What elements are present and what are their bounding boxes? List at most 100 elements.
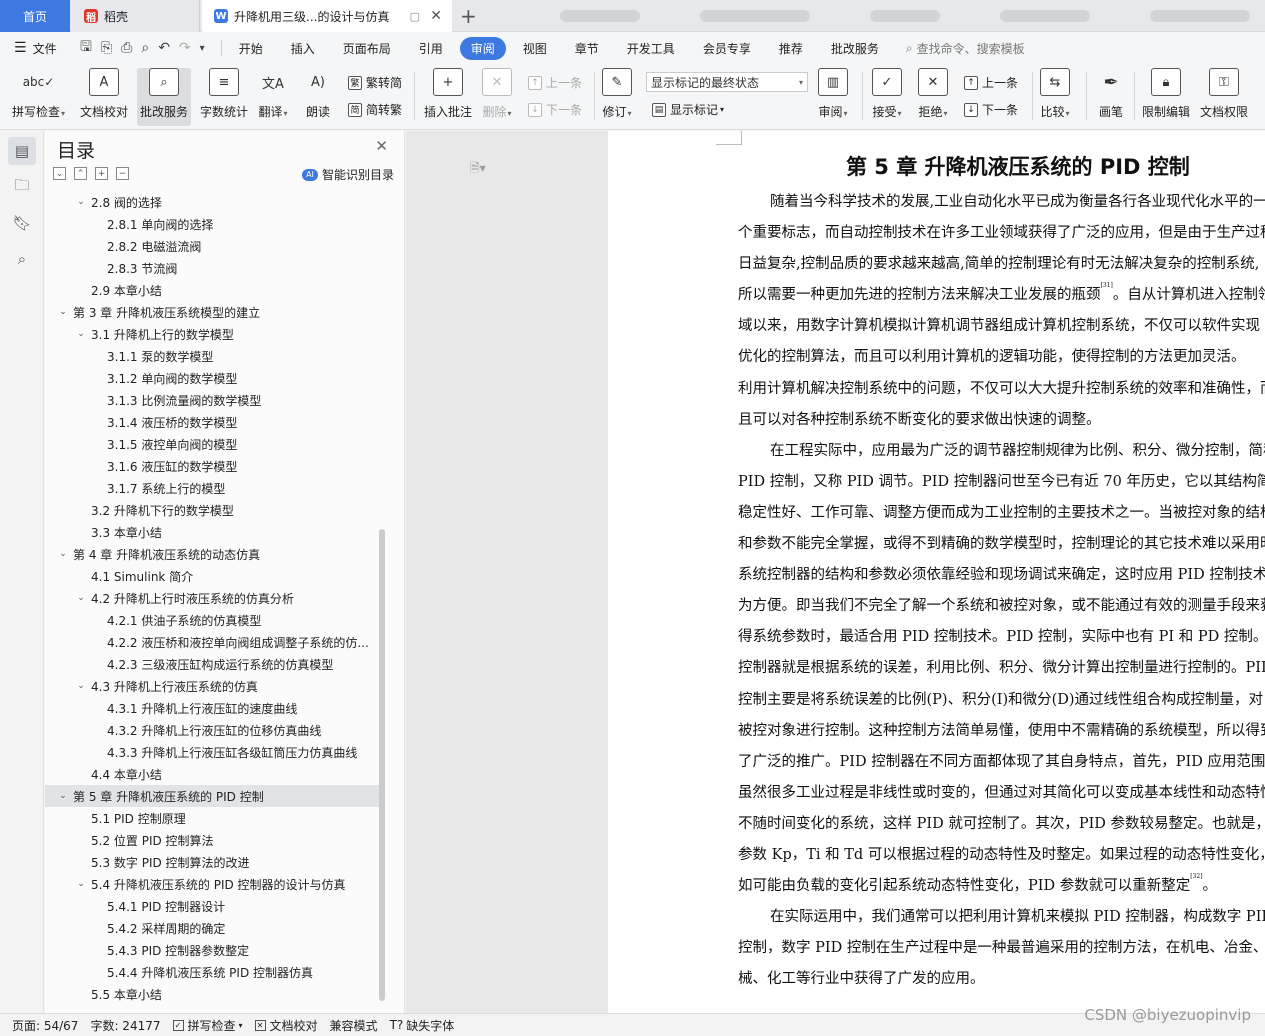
citation-ref[interactable]: [32] — [1190, 873, 1202, 880]
doc-rights-button[interactable]: ⚿ 文档权限 — [1200, 68, 1248, 120]
toc-item[interactable]: ⌄ 3.1 升降机上行的数学模型 — [45, 323, 380, 345]
toc-item[interactable]: 5.1 PID 控制原理 — [45, 807, 380, 829]
print-preview-icon[interactable]: ⌕ — [141, 40, 149, 56]
next-change-button[interactable]: ↓ 下一条 — [964, 101, 1018, 118]
toc-item[interactable]: 5.4.2 采样周期的确定 — [45, 917, 380, 939]
toc-item[interactable]: ⌄ 4.3 升降机上行液压系统的仿真 — [45, 675, 380, 697]
document-page[interactable]: 第 5 章 升降机液压系统的 PID 控制 随着当今科学技术的发展,工业自动化水… — [608, 131, 1265, 1013]
menu-recommend[interactable]: 推荐 — [768, 37, 814, 60]
toc-item[interactable]: 3.1.3 比例流量阀的数学模型 — [45, 389, 380, 411]
toc-item[interactable]: 2.8.3 节流阀 — [45, 257, 380, 279]
menu-view[interactable]: 视图 — [512, 37, 558, 60]
toc-item[interactable]: 5.4.3 PID 控制器参数整定 — [45, 939, 380, 961]
toc-item[interactable]: 4.2.1 供油子系统的仿真模型 — [45, 609, 380, 631]
toc-item[interactable]: 4.4 本章小结 — [45, 763, 380, 785]
toc-item[interactable]: 3.1.1 泵的数学模型 — [45, 345, 380, 367]
prev-change-button[interactable]: ↑ 上一条 — [964, 74, 1018, 91]
toc-item[interactable]: 4.3.2 升降机上行液压缸的位移仿真曲线 — [45, 719, 380, 741]
toc-rail-button[interactable]: ▤ — [8, 137, 36, 165]
new-tab-button[interactable]: + — [460, 4, 477, 28]
more-icon[interactable]: ▾ — [200, 43, 205, 54]
tab-document[interactable]: W 升降机用三级...的设计与仿真 ▢ ✕ — [202, 0, 452, 32]
chevron-down-icon[interactable]: ⌄ — [75, 329, 87, 339]
chevron-down-icon[interactable]: ⌄ — [57, 791, 69, 801]
toc-item[interactable]: 4.3.3 升降机上行液压缸各级缸筒压力仿真曲线 — [45, 741, 380, 763]
close-icon[interactable]: ✕ — [430, 8, 442, 24]
chevron-down-icon[interactable]: ⌄ — [75, 197, 87, 207]
toc-scrollbar[interactable] — [379, 529, 385, 1001]
toc-item[interactable]: ⌄ 4.2 升降机上行时液压系统的仿真分析 — [45, 587, 380, 609]
save-icon[interactable]: 🖫 — [80, 36, 92, 60]
read-aloud-button[interactable]: A) 朗读 — [303, 68, 333, 120]
citation-ref[interactable]: [31] — [1101, 282, 1113, 289]
chevron-down-icon[interactable]: ⌄ — [75, 879, 87, 889]
toc-item[interactable]: ⌄ 5.4 升降机液压系统的 PID 控制器的设计与仿真 — [45, 873, 380, 895]
chevron-down-icon[interactable]: ⌄ — [57, 307, 69, 317]
track-changes-button[interactable]: ✎ 修订▾ — [602, 68, 632, 120]
toc-item[interactable]: 2.8.2 电磁溢流阀 — [45, 235, 380, 257]
spell-check-status[interactable]: ✓ 拼写检查 ▾ — [172, 1017, 243, 1034]
reject-button[interactable]: ✕ 拒绝▾ — [918, 68, 948, 120]
trad-to-simp-button[interactable]: 繁繁转简 — [348, 74, 402, 91]
review-pane-button[interactable]: ▥ 审阅▾ — [818, 68, 848, 120]
delete-comment-button[interactable]: ✕ 删除▾ — [482, 68, 512, 120]
toc-item[interactable]: 3.1.5 液控单向阀的模型 — [45, 433, 380, 455]
remove-level-icon[interactable]: − — [116, 167, 129, 180]
doc-proof-status[interactable]: ✕ 文档校对 — [254, 1017, 318, 1034]
word-count-indicator[interactable]: 字数: 24177 — [90, 1017, 160, 1034]
compare-button[interactable]: ⇆ 比较▾ — [1040, 68, 1070, 120]
chevron-down-icon[interactable]: ⌄ — [75, 681, 87, 691]
toc-item[interactable]: 2.8.1 单向阀的选择 — [45, 213, 380, 235]
toc-item[interactable]: ⌄ 2.8 阀的选择 — [45, 191, 380, 213]
undo-icon[interactable]: ↶ — [158, 40, 170, 56]
smart-toc-button[interactable]: AI 智能识别目录 — [301, 166, 394, 183]
redo-icon[interactable]: ↷ — [179, 40, 191, 56]
toc-item[interactable]: 5.5 本章小结 — [45, 983, 380, 1005]
toc-item[interactable]: 4.3.1 升降机上行液压缸的速度曲线 — [45, 697, 380, 719]
toc-item[interactable]: 4.1 Simulink 简介 — [45, 565, 380, 587]
menu-developer[interactable]: 开发工具 — [616, 37, 686, 60]
toc-item[interactable]: 5.4.4 升降机液压系统 PID 控制器仿真 — [45, 961, 380, 983]
markup-mode-select[interactable]: 显示标记的最终状态 ▾ — [646, 72, 808, 92]
pin-icon[interactable]: ▢ — [410, 10, 420, 23]
menu-references[interactable]: 引用 — [408, 37, 454, 60]
toc-item[interactable]: ⌄ 第 5 章 升降机液压系统的 PID 控制 — [45, 785, 380, 807]
close-icon[interactable]: ✕ — [375, 137, 388, 155]
word-count-button[interactable]: ≡ 字数统计 — [200, 68, 248, 120]
command-search[interactable]: ⌕ 查找命令、搜索模板 — [906, 40, 1025, 57]
toc-item[interactable]: 3.1.2 单向阀的数学模型 — [45, 367, 380, 389]
menu-member[interactable]: 会员专享 — [692, 37, 762, 60]
review-service-button[interactable]: ⌕ 批改服务 — [137, 68, 192, 126]
toc-item[interactable]: 5.3 数字 PID 控制算法的改进 — [45, 851, 380, 873]
tab-home[interactable]: 首页 — [0, 0, 70, 32]
toc-item[interactable]: 5.2 位置 PID 控制算法 — [45, 829, 380, 851]
insert-comment-button[interactable]: + 插入批注 — [424, 68, 472, 120]
accept-button[interactable]: ✓ 接受▾ — [872, 68, 902, 120]
expand-all-icon[interactable]: ⌃ — [74, 167, 87, 180]
bookmark-rail-button[interactable]: 🔖︎ — [8, 209, 36, 237]
print-icon[interactable]: ⎙ — [121, 40, 132, 56]
toc-item[interactable]: 3.1.4 液压桥的数学模型 — [45, 411, 380, 433]
missing-font-status[interactable]: T? 缺失字体 — [390, 1017, 455, 1034]
menu-page-layout[interactable]: 页面布局 — [332, 37, 402, 60]
toc-item[interactable]: ⌄ 第 3 章 升降机液压系统模型的建立 — [45, 301, 380, 323]
toc-item[interactable]: 5.4.1 PID 控制器设计 — [45, 895, 380, 917]
show-markup-button[interactable]: ▤ 显示标记 ▾ — [652, 101, 724, 118]
add-level-icon[interactable]: + — [95, 167, 108, 180]
toc-item[interactable]: 3.1.7 系统上行的模型 — [45, 477, 380, 499]
toc-item[interactable]: 4.2.3 三级液压缸构成运行系统的仿真模型 — [45, 653, 380, 675]
simp-to-trad-button[interactable]: 简简转繁 — [348, 101, 402, 118]
restrict-edit-button[interactable]: 🔒︎ 限制编辑 — [1142, 68, 1190, 120]
prev-comment-button[interactable]: ↑ 上一条 — [528, 74, 582, 91]
menu-insert[interactable]: 插入 — [280, 37, 326, 60]
menu-start[interactable]: 开始 — [228, 37, 274, 60]
toc-item[interactable]: 3.1.6 液压缸的数学模型 — [45, 455, 380, 477]
toc-item[interactable]: 3.3 本章小结 — [45, 521, 380, 543]
export-icon[interactable]: ⎘ — [101, 40, 112, 56]
page-tools-icon[interactable]: 🗎▾ — [470, 159, 486, 180]
menu-review[interactable]: 审阅 — [459, 36, 506, 60]
toc-item[interactable]: 2.9 本章小结 — [45, 279, 380, 301]
file-menu[interactable]: ☰ 文件 — [0, 40, 70, 57]
page-indicator[interactable]: 页面: 54/67 — [12, 1017, 78, 1034]
menu-review-service[interactable]: 批改服务 — [820, 37, 890, 60]
